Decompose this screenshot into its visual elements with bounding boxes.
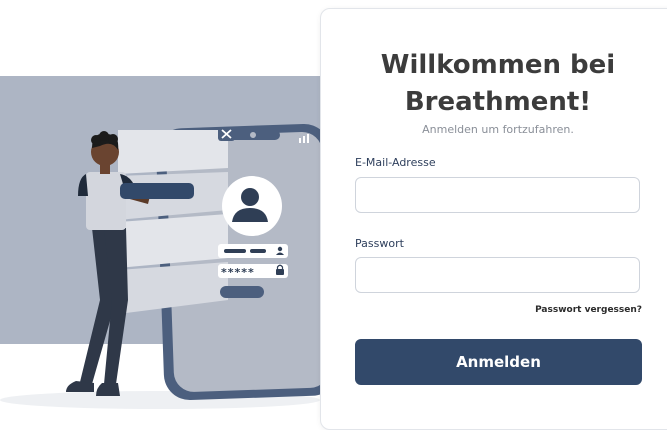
login-button[interactable]: Anmelden (355, 339, 642, 385)
user-avatar-icon (222, 176, 282, 236)
page-subtitle: Anmelden um fortzufahren. (422, 123, 574, 136)
password-label: Passwort (355, 237, 404, 250)
forgot-password-link[interactable]: Passwort vergessen? (355, 305, 642, 315)
title-line-1: Willkommen bei (380, 50, 616, 80)
password-field[interactable] (355, 257, 640, 293)
title-line-2: Breathment! (404, 87, 592, 117)
email-label: E-Mail-Adresse (355, 156, 436, 169)
login-pill (220, 286, 264, 298)
password-mask: ***** (221, 266, 255, 279)
login-illustration: ***** (0, 76, 338, 409)
email-field[interactable] (355, 177, 640, 213)
touch-bar (120, 183, 194, 199)
ui-panels (118, 130, 228, 314)
login-card: Willkommen bei Breathment! Anmelden um f… (320, 8, 667, 430)
close-icon (218, 127, 235, 141)
page-title: Willkommen bei Breathment! (321, 47, 667, 121)
